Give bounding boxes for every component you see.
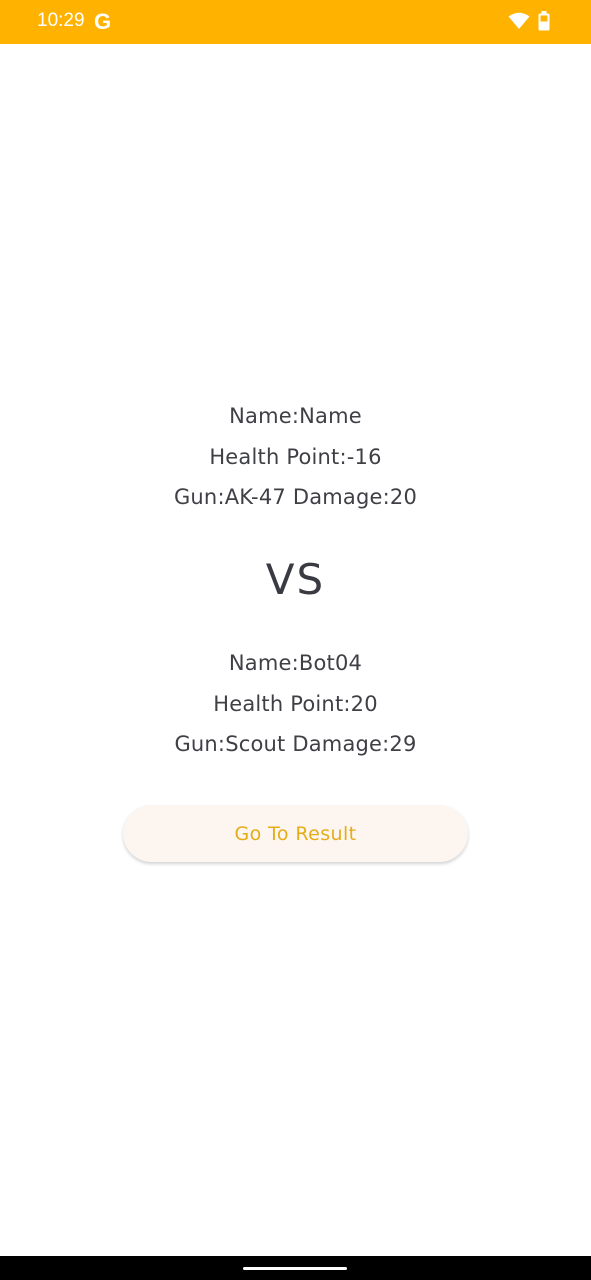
player2-gun: Gun:Scout Damage:29 [174, 732, 417, 756]
status-bar: 10:29 G [0, 0, 591, 44]
google-icon: G [94, 9, 112, 34]
navigation-bar [0, 1256, 591, 1280]
home-indicator[interactable] [243, 1267, 347, 1270]
player1-name: Name:Name [229, 404, 362, 428]
player2-name: Name:Bot04 [228, 651, 363, 675]
player1-health: Health Point:-16 [209, 445, 382, 469]
go-to-result-label: Go To Result [234, 822, 357, 845]
player1-gun: Gun:AK-47 Damage:20 [173, 485, 418, 509]
battery-icon [538, 11, 550, 35]
player2-health: Health Point:20 [213, 692, 378, 716]
vs-label: VS [265, 555, 326, 604]
status-time: 10:29 [37, 10, 85, 31]
go-to-result-button[interactable]: Go To Result [123, 805, 468, 862]
wifi-icon [508, 12, 530, 34]
